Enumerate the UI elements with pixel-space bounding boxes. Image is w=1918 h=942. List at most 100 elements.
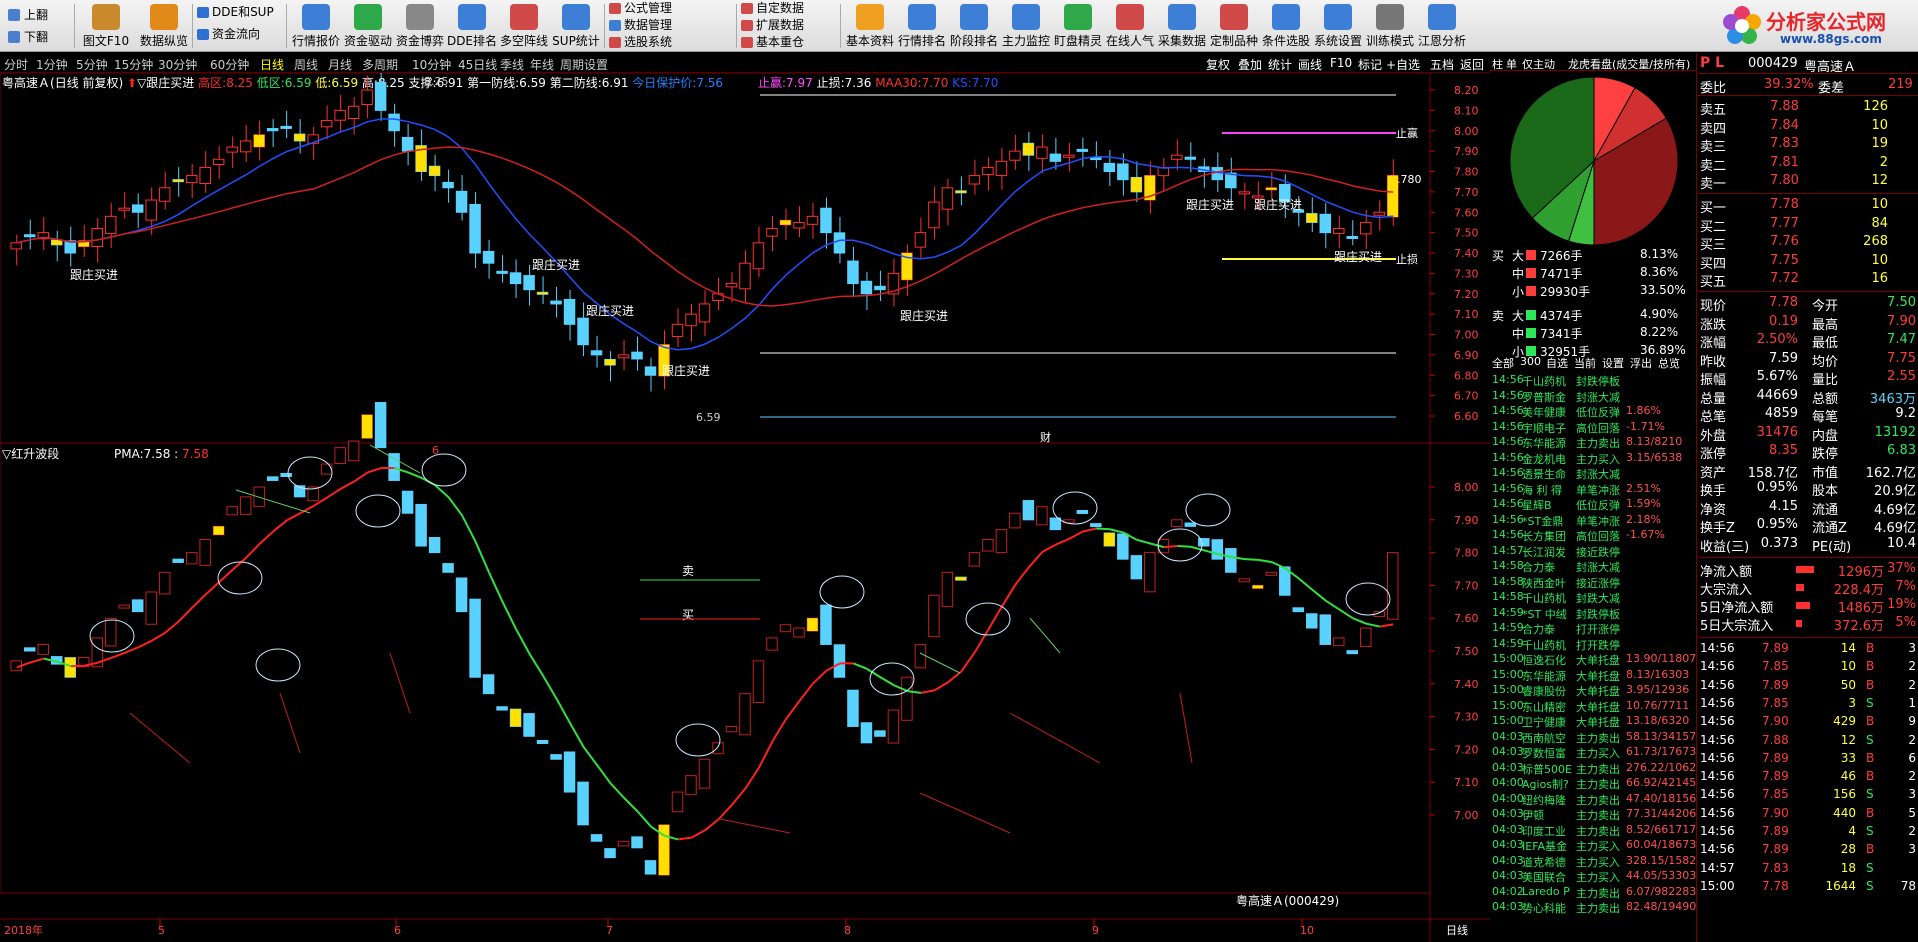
book-price[interactable]: 7.72 bbox=[1770, 271, 1799, 286]
timeframe-tab[interactable]: 5分钟 bbox=[76, 56, 108, 73]
toolbar-small-button-3[interactable]: 数据管理 bbox=[608, 17, 672, 34]
book-price[interactable]: 7.77 bbox=[1770, 216, 1799, 231]
timeframe-tab[interactable]: 45日线 bbox=[458, 56, 497, 73]
tape-row[interactable]: 04:03 伊顿 主力卖出 77.31/44206 bbox=[1490, 807, 1696, 822]
timeframe-tab[interactable]: 分时 bbox=[4, 56, 28, 73]
timeframe-tab[interactable]: 年线 bbox=[530, 56, 554, 73]
toolbar-small-button-2[interactable]: 公式管理 bbox=[608, 0, 672, 17]
toolbar-button-13[interactable]: 在线人气 bbox=[1104, 2, 1156, 50]
func-button[interactable]: 五档 bbox=[1430, 56, 1454, 73]
tape-row[interactable]: 14:56 透景生命 封涨大减 bbox=[1490, 466, 1696, 481]
tape-row[interactable]: 14:58 合力泰 封涨大减 bbox=[1490, 559, 1696, 574]
sidebar-tab[interactable]: 单 bbox=[1506, 56, 1517, 72]
timeframe-tab[interactable]: 1分钟 bbox=[36, 56, 68, 73]
tape-row[interactable]: 04:02 Laredo P 主力卖出 6.07/982283 bbox=[1490, 885, 1696, 900]
timeframe-tab[interactable]: 60分钟 bbox=[210, 56, 249, 73]
tape-row[interactable]: 04:03 道克希德 主力买入 328.15/1582 bbox=[1490, 854, 1696, 869]
toolbar-button-16[interactable]: 条件选股 bbox=[1260, 2, 1312, 50]
tape-row[interactable]: 15:00 东华能源 大单托盘 8.13/16303 bbox=[1490, 668, 1696, 683]
tape-row[interactable]: 04:03 罗数恒富 主力买入 61.73/17673 bbox=[1490, 745, 1696, 760]
toolbar-button-17[interactable]: 系统设置 bbox=[1312, 2, 1364, 50]
tape-row[interactable]: 14:56 东华能源 主力卖出 8.13/8210 bbox=[1490, 435, 1696, 450]
toolbar-small-button-5[interactable]: 自定数据 bbox=[740, 0, 804, 17]
tape-row[interactable]: 14:56 长方集团 高位回落 -1.67% bbox=[1490, 528, 1696, 543]
tape-row[interactable]: 14:56 宇顺电子 高位回落 -1.71% bbox=[1490, 420, 1696, 435]
toolbar-button-14[interactable]: 采集数据 bbox=[1156, 2, 1208, 50]
toolbar-button-4[interactable]: 资金博弈 bbox=[394, 2, 446, 50]
book-price[interactable]: 7.88 bbox=[1770, 99, 1799, 114]
sidebar-tab[interactable]: 龙虎看盘(成交量/技所有) bbox=[1568, 56, 1690, 72]
toolbar-small-button-1[interactable]: 资金流向 bbox=[196, 26, 260, 43]
book-price[interactable]: 7.84 bbox=[1770, 118, 1799, 133]
tape-row[interactable]: 14:59 合力泰 打开涨停 bbox=[1490, 621, 1696, 636]
tape-row[interactable]: 15:00 睿康股份 大单托盘 3.95/12936 bbox=[1490, 683, 1696, 698]
toolbar-button-3[interactable]: 资金驱动 bbox=[342, 2, 394, 50]
tape-row[interactable]: 14:56 美年健康 低位反弹 1.86% bbox=[1490, 404, 1696, 419]
toolbar-small-button-0[interactable]: DDE和SUP bbox=[196, 4, 274, 21]
book-price[interactable]: 7.81 bbox=[1770, 155, 1799, 170]
tape-row[interactable]: 14:56 金龙机电 主力买入 3.15/6538 bbox=[1490, 451, 1696, 466]
tape-row[interactable]: 04:03 美国联合 主力买入 44.05/53303 bbox=[1490, 869, 1696, 884]
timeframe-tab[interactable]: 日线 bbox=[260, 56, 284, 73]
tape-row[interactable]: 04:03 IEFA基金 主力买入 60.04/18673 bbox=[1490, 838, 1696, 853]
tape-tab[interactable]: 自选 bbox=[1546, 355, 1568, 371]
tape-row[interactable]: 04:00 纽约梅隆 主力卖出 47.40/18156 bbox=[1490, 792, 1696, 807]
timeframe-tab[interactable]: 季线 bbox=[500, 56, 524, 73]
toolbar-small-button-7[interactable]: 基本重仓 bbox=[740, 34, 804, 51]
toolbar-button-11[interactable]: 主力监控 bbox=[1000, 2, 1052, 50]
toolbar-button-8[interactable]: 基本资料 bbox=[844, 2, 896, 50]
timeframe-tab[interactable]: 30分钟 bbox=[158, 56, 197, 73]
func-button[interactable]: 画线 bbox=[1298, 56, 1322, 73]
func-button[interactable]: 复权 bbox=[1206, 56, 1230, 73]
toolbar-button-5[interactable]: DDE排名 bbox=[446, 2, 498, 50]
toolbar-button-9[interactable]: 行情排名 bbox=[896, 2, 948, 50]
timeframe-tab[interactable]: 10分钟 bbox=[412, 56, 451, 73]
func-button[interactable]: 标记 bbox=[1358, 56, 1382, 73]
toolbar-button-15[interactable]: 定制品种 bbox=[1208, 2, 1260, 50]
tape-row[interactable]: 14:59 千山药机 打开跌停 bbox=[1490, 637, 1696, 652]
book-price[interactable]: 7.76 bbox=[1770, 234, 1799, 249]
func-button[interactable]: 叠加 bbox=[1238, 56, 1262, 73]
tape-tab[interactable]: 300 bbox=[1520, 355, 1541, 368]
page-up-button[interactable]: 上翻 bbox=[4, 5, 74, 25]
tape-row[interactable]: 04:03 标普500E 主力卖出 276.22/1062 bbox=[1490, 761, 1696, 776]
toolbar-button-0[interactable]: 图文F10 bbox=[78, 2, 134, 50]
timeframe-tab[interactable]: 周线 bbox=[294, 56, 318, 73]
tape-row[interactable]: 04:03 势心科能 主力卖出 82.48/19490 bbox=[1490, 900, 1696, 915]
func-button[interactable]: +自选 bbox=[1386, 56, 1420, 73]
tape-row[interactable]: 15:00 恒逸石化 大单托盘 13.90/11807 bbox=[1490, 652, 1696, 667]
book-price[interactable]: 7.80 bbox=[1770, 173, 1799, 188]
tape-row[interactable]: 04:00 Agios制? 主力卖出 66.92/42145 bbox=[1490, 776, 1696, 791]
kline-chart[interactable]: 8.20 8.10 8.00 7.90 7.80 7.70 7.60 7.50 7.40 7.30… bbox=[0, 73, 1490, 942]
tape-row[interactable]: 15:00 卫宁健康 大单托盘 13.18/6320 bbox=[1490, 714, 1696, 729]
page-down-button[interactable]: 下翻 bbox=[4, 27, 74, 47]
tape-row[interactable]: 14:56 罗普斯金 封涨大减 bbox=[1490, 389, 1696, 404]
tape-row[interactable]: 14:56 海 利 得单笔冲涨 2.51% bbox=[1490, 482, 1696, 497]
tape-tab[interactable]: 浮出 bbox=[1630, 355, 1652, 371]
sidebar-tab[interactable]: 仅主动 bbox=[1522, 56, 1555, 72]
tape-row[interactable]: 14:58 陕西金叶 接近涨停 bbox=[1490, 575, 1696, 590]
tape-row[interactable]: 14:56 星辉B 低位反弹 1.59% bbox=[1490, 497, 1696, 512]
toolbar-button-12[interactable]: 盯盘精灵 bbox=[1052, 2, 1104, 50]
tape-row[interactable]: 04:03 西南航空 主力卖出 58.13/34157 bbox=[1490, 730, 1696, 745]
sidebar-tab[interactable]: 柱 bbox=[1492, 56, 1503, 72]
timeframe-tab[interactable]: 周期设置 bbox=[560, 56, 608, 73]
func-button[interactable]: 返回 bbox=[1460, 56, 1484, 73]
tape-row[interactable]: 15:00 东山精密 大单托盘 10.76/7711 bbox=[1490, 699, 1696, 714]
book-price[interactable]: 7.75 bbox=[1770, 253, 1799, 268]
tape-row[interactable]: 14:58 千山药机 封跌大减 bbox=[1490, 590, 1696, 605]
timeframe-tab[interactable]: 15分钟 bbox=[114, 56, 153, 73]
func-button[interactable]: F10 bbox=[1330, 56, 1352, 70]
tape-tab[interactable]: 总览 bbox=[1658, 355, 1680, 371]
book-price[interactable]: 7.78 bbox=[1770, 197, 1799, 212]
toolbar-small-button-4[interactable]: 选股系统 bbox=[608, 34, 672, 51]
toolbar-button-7[interactable]: SUP统计 bbox=[550, 2, 602, 50]
toolbar-button-10[interactable]: 阶段排名 bbox=[948, 2, 1000, 50]
toolbar-button-2[interactable]: 行情报价 bbox=[290, 2, 342, 50]
timeframe-tab[interactable]: 多周期 bbox=[362, 56, 398, 73]
book-price[interactable]: 7.83 bbox=[1770, 136, 1799, 151]
tape-row[interactable]: 14:57 长江润发 接近跌停 bbox=[1490, 544, 1696, 559]
tape-tab[interactable]: 设置 bbox=[1602, 355, 1624, 371]
tape-row[interactable]: 14:59 *ST 中绒 封跌停板 bbox=[1490, 606, 1696, 621]
tape-row[interactable]: 14:56 *ST金鼎 单笔冲涨 2.18% bbox=[1490, 513, 1696, 528]
